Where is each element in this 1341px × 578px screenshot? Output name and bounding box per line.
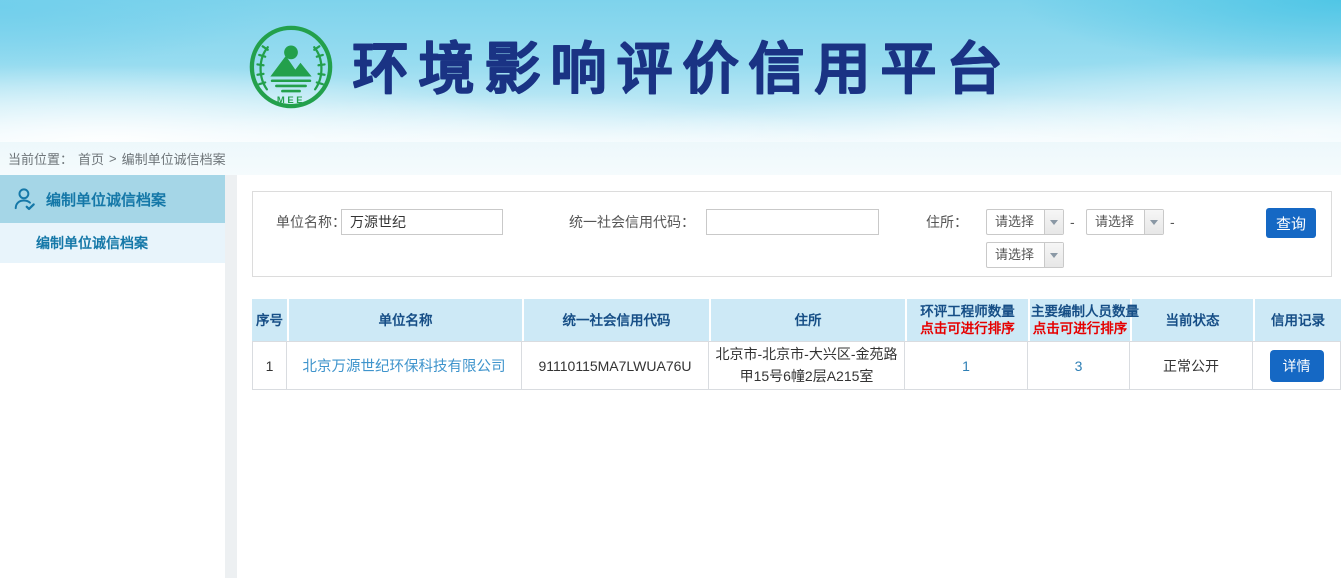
sort-hint: 点击可进行排序 bbox=[908, 320, 1027, 337]
city-select-value: 请选择 bbox=[1095, 210, 1134, 234]
main-panel: 单位名称： 统一社会信用代码： 住所： 请选择 - 请选择 - 请选择 查询 bbox=[237, 175, 1341, 578]
unit-name-label: 单位名称： bbox=[276, 209, 346, 235]
breadcrumb-current: 编制单位诚信档案 bbox=[122, 149, 226, 168]
sidebar-item-unit-credit-archive[interactable]: 编制单位诚信档案 bbox=[0, 175, 225, 223]
address-dash: - bbox=[1070, 209, 1075, 235]
col-header-address: 住所 bbox=[709, 299, 905, 341]
engineer-count-link[interactable]: 1 bbox=[962, 358, 970, 374]
sidebar-subitem-label: 编制单位诚信档案 bbox=[36, 233, 148, 253]
sidebar-subitem-unit-credit-archive[interactable]: 编制单位诚信档案 bbox=[0, 223, 225, 263]
detail-button[interactable]: 详情 bbox=[1270, 350, 1324, 382]
svg-text:MEE: MEE bbox=[277, 95, 305, 106]
province-select[interactable]: 请选择 bbox=[986, 209, 1064, 235]
site-title: 环境影响评价信用平台 bbox=[352, 36, 1012, 102]
breadcrumb-separator: > bbox=[109, 151, 117, 166]
content-area: 编制单位诚信档案 编制单位诚信档案 单位名称： 统一社会信用代码： 住所： 请选… bbox=[0, 175, 1341, 578]
district-select-value: 请选择 bbox=[995, 243, 1034, 267]
col-header-seq: 序号 bbox=[252, 299, 287, 341]
breadcrumb-label: 当前位置： bbox=[8, 149, 73, 168]
chevron-down-icon[interactable] bbox=[1144, 210, 1163, 234]
table-row: 1 北京万源世纪环保科技有限公司 91110115MA7LWUA76U 北京市-… bbox=[252, 341, 1341, 390]
address-label: 住所： bbox=[926, 209, 968, 235]
unit-name-link[interactable]: 北京万源世纪环保科技有限公司 bbox=[303, 359, 506, 375]
col-header-staff-count-sortable[interactable]: 主要编制人员数量 点击可进行排序 bbox=[1028, 299, 1130, 341]
credit-code-label: 统一社会信用代码： bbox=[569, 209, 695, 235]
sidebar: 编制单位诚信档案 编制单位诚信档案 bbox=[0, 175, 225, 578]
cell-credit-code: 91110115MA7LWUA76U bbox=[522, 341, 709, 390]
col-header-credit-code: 统一社会信用代码 bbox=[522, 299, 709, 341]
unit-name-input[interactable] bbox=[341, 209, 503, 235]
results-table: 序号 单位名称 统一社会信用代码 住所 环评工程师数量 点击可进行排序 主要编制… bbox=[252, 299, 1341, 390]
cell-seq: 1 bbox=[252, 341, 287, 390]
district-select[interactable]: 请选择 bbox=[986, 242, 1064, 268]
mee-logo-icon: MEE bbox=[248, 24, 334, 110]
sidebar-item-label: 编制单位诚信档案 bbox=[46, 189, 166, 210]
col-header-credit-record: 信用记录 bbox=[1253, 299, 1341, 341]
col-header-unit-name: 单位名称 bbox=[287, 299, 522, 341]
user-check-icon bbox=[12, 186, 38, 212]
sort-hint: 点击可进行排序 bbox=[1031, 320, 1129, 337]
sidebar-divider bbox=[225, 175, 237, 578]
search-panel: 单位名称： 统一社会信用代码： 住所： 请选择 - 请选择 - 请选择 查询 bbox=[252, 191, 1332, 277]
breadcrumb-home-link[interactable]: 首页 bbox=[78, 149, 104, 168]
credit-code-input[interactable] bbox=[706, 209, 879, 235]
col-header-status: 当前状态 bbox=[1130, 299, 1253, 341]
province-select-value: 请选择 bbox=[995, 210, 1034, 234]
address-dash: - bbox=[1170, 209, 1175, 235]
col-header-engineer-count-sortable[interactable]: 环评工程师数量 点击可进行排序 bbox=[905, 299, 1028, 341]
staff-count-link[interactable]: 3 bbox=[1075, 358, 1083, 374]
cell-status: 正常公开 bbox=[1130, 341, 1253, 390]
table-header-row: 序号 单位名称 统一社会信用代码 住所 环评工程师数量 点击可进行排序 主要编制… bbox=[252, 299, 1341, 341]
breadcrumb: 当前位置： 首页 > 编制单位诚信档案 bbox=[0, 142, 1341, 175]
site-header: MEE 环境影响评价信用平台 bbox=[0, 0, 1341, 142]
chevron-down-icon[interactable] bbox=[1044, 243, 1063, 267]
chevron-down-icon[interactable] bbox=[1044, 210, 1063, 234]
city-select[interactable]: 请选择 bbox=[1086, 209, 1164, 235]
query-button[interactable]: 查询 bbox=[1266, 208, 1316, 238]
cell-address: 北京市-北京市-大兴区-金苑路甲15号6幢2层A215室 bbox=[709, 341, 905, 390]
